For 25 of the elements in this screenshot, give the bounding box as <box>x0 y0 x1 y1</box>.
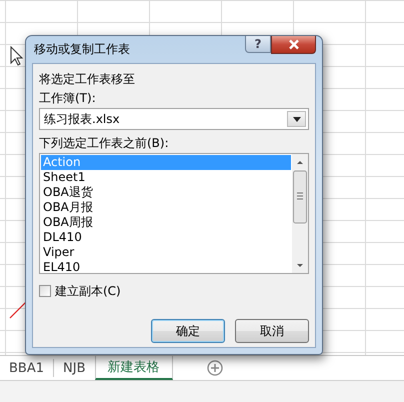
sheet-tab[interactable]: 新建表格 <box>94 356 172 380</box>
sheet-list-item[interactable]: OBA月报 <box>41 200 291 215</box>
workbook-value: 练习报表.xlsx <box>43 111 121 128</box>
workbook-dropdown[interactable]: 练习报表.xlsx <box>39 108 309 130</box>
workbook-label: 工作簿(T): <box>39 90 97 107</box>
sheet-list-item[interactable]: DL410 <box>41 230 291 245</box>
checkbox[interactable] <box>39 285 51 297</box>
sheet-list-item[interactable]: Viper <box>41 245 291 260</box>
dialog-title: 移动或复制工作表 <box>33 41 131 58</box>
mouse-pointer-icon <box>10 46 24 66</box>
cancel-button[interactable]: 取消 <box>235 319 309 343</box>
close-button[interactable] <box>271 36 316 54</box>
ok-button[interactable]: 确定 <box>151 319 225 343</box>
sheet-list-item[interactable]: OBA退货 <box>41 185 291 200</box>
before-sheet-label: 下列选定工作表之前(B): <box>39 135 170 152</box>
sheet-list-item[interactable]: Sheet1 <box>41 170 291 185</box>
sheet-list-item[interactable]: EL410 <box>41 260 291 275</box>
move-label: 将选定工作表移至 <box>39 71 136 88</box>
add-sheet-icon[interactable] <box>206 360 222 376</box>
dropdown-arrow-icon[interactable] <box>292 116 300 122</box>
copy-option-label: 建立副本(C) <box>55 282 121 300</box>
sheet-list-item[interactable]: OBA周报 <box>41 215 291 230</box>
scrollbar-drawing[interactable] <box>292 154 308 273</box>
help-button[interactable]: ? <box>245 36 271 53</box>
close-icon[interactable] <box>286 39 300 50</box>
